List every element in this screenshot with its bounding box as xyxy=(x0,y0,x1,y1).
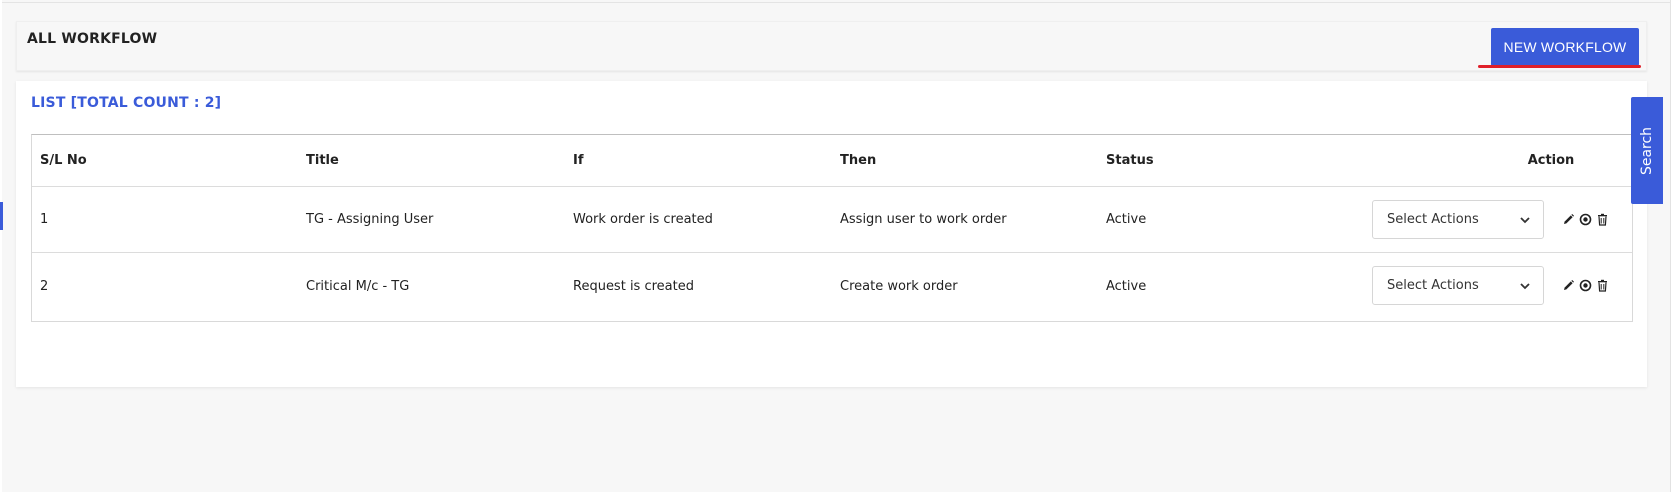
search-tab-label: Search xyxy=(1639,126,1656,175)
row-if-condition: Request is created xyxy=(573,278,694,294)
column-header-action: Action xyxy=(1527,153,1575,168)
edit-icon[interactable] xyxy=(1562,279,1575,292)
workflow-table: S/L No Title If Then Status Action 1 TG … xyxy=(31,134,1633,322)
row-action-icons xyxy=(1562,277,1609,293)
select-actions-value: Select Actions xyxy=(1387,212,1479,227)
column-header-status: Status xyxy=(1106,153,1154,168)
page-title: ALL WORKFLOW xyxy=(27,31,158,47)
select-actions-dropdown[interactable]: Select Actions xyxy=(1372,200,1544,239)
table-row: 1 TG - Assigning User Work order is crea… xyxy=(32,187,1632,253)
search-side-tab[interactable]: Search xyxy=(1631,97,1663,204)
select-actions-dropdown[interactable]: Select Actions xyxy=(1372,266,1544,305)
row-then-action: Create work order xyxy=(840,278,958,294)
column-header-sl: S/L No xyxy=(40,153,87,168)
workflow-list-card: LIST [TOTAL COUNT : 2] S/L No Title If T… xyxy=(16,81,1647,387)
row-then-action: Assign user to work order xyxy=(840,212,1007,227)
new-workflow-button[interactable]: NEW WORKFLOW xyxy=(1491,28,1639,66)
delete-icon[interactable] xyxy=(1596,213,1609,226)
edit-icon[interactable] xyxy=(1562,213,1575,226)
highlight-underline xyxy=(1478,65,1641,68)
table-header-row: S/L No Title If Then Status Action xyxy=(32,135,1632,187)
row-title: TG - Assigning User xyxy=(306,212,434,227)
column-header-if: If xyxy=(573,153,584,168)
row-action-icons xyxy=(1562,211,1609,227)
row-status: Active xyxy=(1106,212,1147,227)
table-row: 2 Critical M/c - TG Request is created C… xyxy=(32,253,1632,319)
page-header: ALL WORKFLOW NEW WORKFLOW xyxy=(16,21,1647,71)
column-header-title: Title xyxy=(306,153,339,168)
row-sl-number: 2 xyxy=(40,278,49,294)
row-title: Critical M/c - TG xyxy=(306,278,410,294)
row-status: Active xyxy=(1106,278,1147,294)
row-sl-number: 1 xyxy=(40,212,49,227)
view-icon[interactable] xyxy=(1579,213,1592,226)
list-title: LIST [TOTAL COUNT : 2] xyxy=(31,95,222,111)
workflow-page: ALL WORKFLOW NEW WORKFLOW LIST [TOTAL CO… xyxy=(0,0,1677,492)
row-if-condition: Work order is created xyxy=(573,212,713,227)
chevron-down-icon xyxy=(1520,283,1530,290)
top-divider xyxy=(2,2,1670,3)
column-header-then: Then xyxy=(840,153,877,168)
scrollbar-track[interactable] xyxy=(1670,0,1677,492)
view-icon[interactable] xyxy=(1579,279,1592,292)
select-actions-value: Select Actions xyxy=(1387,278,1479,293)
sidebar-active-indicator xyxy=(0,202,3,230)
delete-icon[interactable] xyxy=(1596,279,1609,292)
chevron-down-icon xyxy=(1520,217,1530,224)
